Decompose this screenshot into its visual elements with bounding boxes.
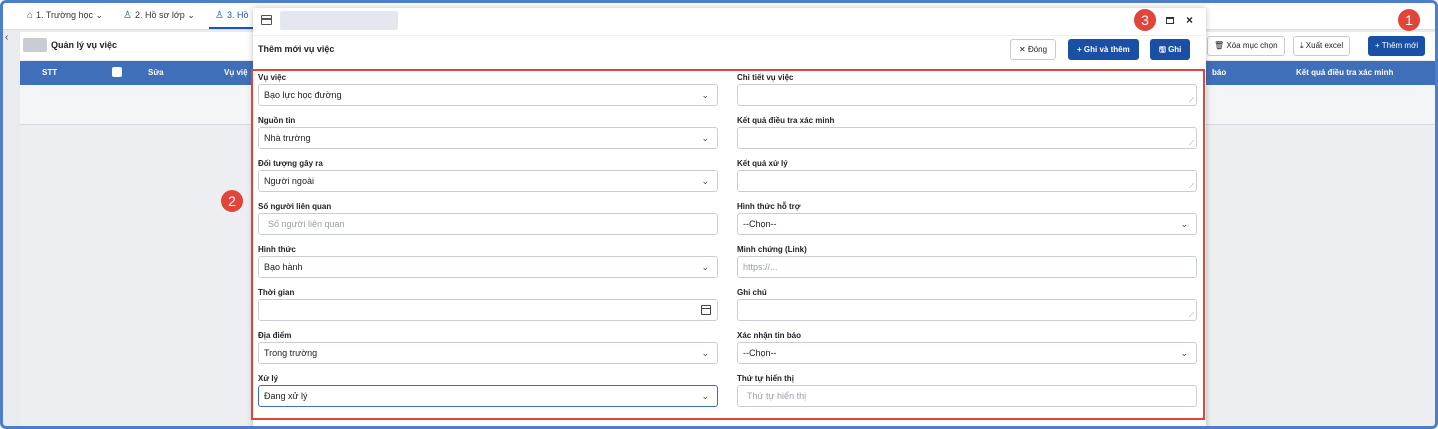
- field-label-minh-chung: Minh chứng (Link): [737, 245, 807, 254]
- chevron-down-icon: ⌄: [701, 348, 709, 358]
- annotation-badge-2: 2: [221, 190, 243, 212]
- tab-truong-hoc[interactable]: ⌂ 1. Trường học ⌄: [27, 10, 103, 21]
- select-all-checkbox[interactable]: [112, 67, 122, 77]
- people-icon: ♙: [215, 10, 224, 21]
- hinh-thuc-select[interactable]: Bạo hành ⌄: [258, 256, 718, 278]
- doi-tuong-select[interactable]: Người ngoài ⌄: [258, 170, 718, 192]
- vu-viec-select[interactable]: Bạo lực học đường ⌄: [258, 84, 718, 106]
- download-icon: ⤓: [1300, 41, 1304, 50]
- field-label-nguon-tin: Nguồn tin: [258, 116, 296, 125]
- close-icon[interactable]: ×: [1186, 13, 1193, 27]
- chevron-down-icon: ⌄: [1180, 348, 1188, 358]
- minh-chung-input[interactable]: https://...: [737, 256, 1197, 278]
- collapse-icon[interactable]: ‹: [5, 32, 8, 43]
- calendar-icon[interactable]: [701, 305, 711, 315]
- chi-tiet-textarea[interactable]: ⟋: [737, 84, 1197, 106]
- form-highlight: Vụ việc Bạo lực học đường ⌄ Nguồn tin Nhà…: [251, 69, 1205, 420]
- field-label-hinh-thuc-ho-tro: Hình thức hỗ trợ: [737, 202, 801, 211]
- field-label-ghi-chu: Ghi chú: [737, 288, 767, 297]
- save-icon: 🖫: [1159, 45, 1166, 54]
- annotation-badge-3: 3: [1134, 9, 1156, 31]
- chevron-down-icon: ⌄: [701, 391, 709, 401]
- dia-diem-select[interactable]: Trong trường ⌄: [258, 342, 718, 364]
- thoi-gian-date[interactable]: [258, 299, 718, 321]
- column-sua[interactable]: Sửa: [148, 68, 164, 77]
- active-tab-underline: [209, 27, 253, 29]
- plus-icon: +: [1077, 45, 1082, 54]
- close-button[interactable]: ✕ Đóng: [1010, 39, 1057, 60]
- add-incident-modal: × Thêm mới vụ việc ✕ Đóng + Ghi và thêm …: [251, 8, 1206, 426]
- annotation-badge-1: 1: [1398, 9, 1420, 31]
- resize-grip-icon[interactable]: ⟋: [1189, 140, 1194, 147]
- close-icon: ✕: [1019, 45, 1026, 54]
- delete-selected-button[interactable]: 🗑 Xóa mục chọn: [1207, 36, 1285, 56]
- export-excel-button[interactable]: ⤓ Xuất excel: [1293, 36, 1351, 56]
- modal-toolbar: Thêm mới vụ việc ✕ Đóng + Ghi và thêm 🖫 …: [253, 36, 1206, 64]
- maximize-icon[interactable]: [1166, 17, 1174, 24]
- page-title: Quản lý vụ việc: [51, 40, 118, 50]
- xac-nhan-select[interactable]: --Chọn-- ⌄: [737, 342, 1197, 364]
- field-label-xac-nhan: Xác nhận tin báo: [737, 331, 802, 340]
- school-icon: ⌂: [27, 10, 34, 21]
- field-label-so-nguoi: Số người liên quan: [258, 202, 332, 211]
- plus-icon: +: [1375, 41, 1380, 50]
- resize-grip-icon[interactable]: ⟋: [1189, 312, 1194, 319]
- save-and-add-button[interactable]: + Ghi và thêm: [1068, 39, 1139, 60]
- blurred-title: [280, 11, 398, 30]
- thu-tu-input[interactable]: Thứ tự hiển thị: [737, 385, 1197, 407]
- column-tin-bao[interactable]: báo: [1212, 68, 1226, 77]
- chevron-down-icon: ⌄: [701, 90, 709, 100]
- field-label-ket-qua-xu-ly: Kết quả xử lý: [737, 159, 788, 168]
- chevron-down-icon: ⌄: [701, 133, 709, 143]
- chevron-down-icon: ⌄: [701, 176, 709, 186]
- column-vu-viec[interactable]: Vụ việ: [224, 68, 248, 77]
- save-button[interactable]: 🖫 Ghi: [1150, 39, 1191, 60]
- chevron-down-icon: ⌄: [187, 10, 195, 20]
- field-label-xu-ly: Xử lý: [258, 374, 279, 383]
- modal-title: Thêm mới vụ việc: [258, 44, 335, 54]
- trash-icon: 🗑: [1214, 41, 1225, 50]
- column-stt[interactable]: STT: [42, 68, 57, 77]
- chevron-down-icon: ⌄: [701, 262, 709, 272]
- ghi-chu-textarea[interactable]: ⟋: [737, 299, 1197, 321]
- field-label-vu-viec: Vụ việc: [258, 73, 287, 82]
- chevron-down-icon: ⌄: [95, 10, 104, 20]
- hinh-thuc-ho-tro-select[interactable]: --Chọn-- ⌄: [737, 213, 1197, 235]
- screenshot-frame: ⌂ 1. Trường học ⌄ ♙ 2. Hồ sơ lớp ⌄ ♙ 3. Hồ …: [0, 0, 1438, 429]
- window-icon: [261, 15, 272, 25]
- ket-qua-dieu-tra-textarea[interactable]: ⟋: [737, 127, 1197, 149]
- modal-titlebar: ×: [253, 8, 1206, 36]
- xu-ly-select[interactable]: Đang xử lý ⌄: [258, 385, 718, 407]
- field-label-ket-qua-dieu-tra: Kết quả điều tra xác minh: [737, 116, 835, 125]
- field-label-thoi-gian: Thời gian: [258, 288, 295, 297]
- resize-grip-icon[interactable]: ⟋: [1189, 97, 1194, 104]
- chevron-down-icon: ⌄: [1180, 219, 1188, 229]
- field-label-dia-diem: Địa điểm: [258, 331, 292, 340]
- person-icon: ♙: [123, 10, 132, 21]
- add-new-button[interactable]: + Thêm mới: [1368, 36, 1426, 56]
- nguon-tin-select[interactable]: Nhà trường ⌄: [258, 127, 718, 149]
- tab-ho-so-lop[interactable]: ♙ 2. Hồ sơ lớp ⌄: [123, 10, 195, 21]
- resize-grip-icon[interactable]: ⟋: [1189, 183, 1194, 190]
- tab-active[interactable]: ♙ 3. Hồ: [215, 10, 248, 21]
- so-nguoi-input[interactable]: Số người liên quan: [258, 213, 718, 235]
- field-label-hinh-thuc: Hình thức: [258, 245, 296, 254]
- ket-qua-xu-ly-textarea[interactable]: ⟋: [737, 170, 1197, 192]
- field-label-chi-tiet: Chi tiết vụ việc: [737, 73, 794, 82]
- page-icon: [23, 38, 47, 52]
- column-ket-qua-dieu-tra[interactable]: Kết quả điều tra xác minh: [1296, 68, 1393, 77]
- field-label-thu-tu: Thứ tự hiển thị: [737, 374, 794, 383]
- field-label-doi-tuong: Đối tượng gây ra: [258, 159, 323, 168]
